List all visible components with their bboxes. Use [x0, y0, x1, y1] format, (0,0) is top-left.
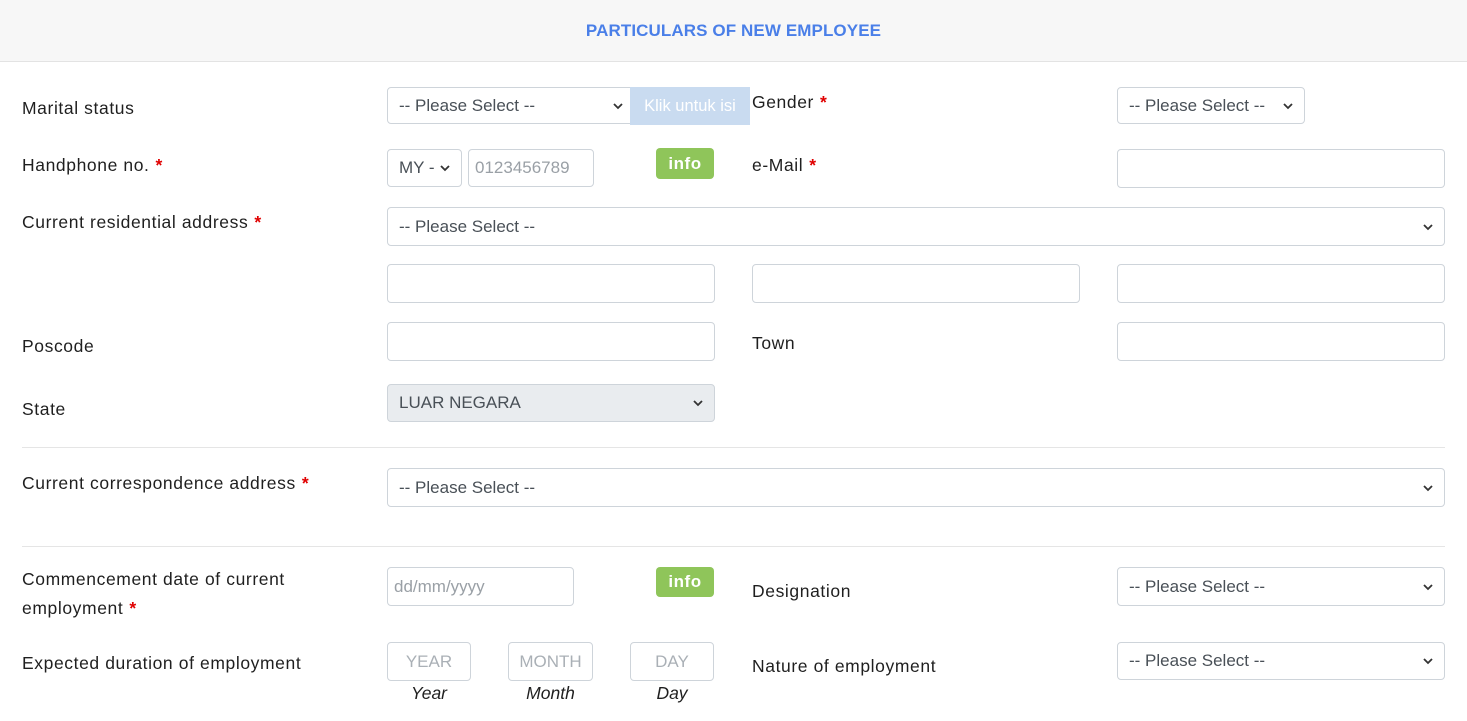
- residential-address-value: -- Please Select --: [399, 216, 536, 236]
- day-caption: Day: [656, 683, 688, 703]
- commencement-date-label: Commencement date of current employment *: [22, 569, 285, 618]
- handphone-info-button[interactable]: info: [656, 148, 714, 179]
- country-code-select[interactable]: MY -: [387, 149, 462, 187]
- address-line1-input[interactable]: [387, 264, 715, 303]
- correspondence-address-value: -- Please Select --: [399, 477, 536, 497]
- email-label: e-Mail *: [752, 155, 817, 175]
- designation-value: -- Please Select --: [1129, 576, 1266, 596]
- nature-of-employment-select[interactable]: -- Please Select --: [1117, 642, 1445, 680]
- duration-day-input[interactable]: DAY: [630, 642, 714, 681]
- address-line2-input[interactable]: [752, 264, 1080, 303]
- residential-address-label: Current residential address *: [22, 212, 262, 232]
- gender-label: Gender *: [752, 92, 828, 112]
- klik-untuk-isi-tooltip: Klik untuk isi: [630, 87, 750, 125]
- chevron-down-icon: [1423, 223, 1433, 230]
- gender-select[interactable]: -- Please Select --: [1117, 87, 1305, 124]
- handphone-input[interactable]: 0123456789: [468, 149, 594, 187]
- marital-status-select[interactable]: -- Please Select --: [387, 87, 635, 124]
- marital-status-label: Marital status: [22, 98, 135, 118]
- nature-of-employment-value: -- Please Select --: [1129, 651, 1266, 670]
- nature-of-employment-label: Nature of employment: [752, 656, 937, 676]
- chevron-down-icon: [1423, 658, 1433, 665]
- town-label: Town: [752, 333, 796, 353]
- town-input[interactable]: [1117, 322, 1445, 361]
- chevron-down-icon: [613, 102, 623, 109]
- correspondence-address-label: Current correspondence address *: [22, 473, 310, 493]
- designation-label: Designation: [752, 581, 852, 601]
- state-label: State: [22, 399, 66, 419]
- form-title: PARTICULARS OF NEW EMPLOYEE: [585, 20, 882, 40]
- state-select: LUAR NEGARA: [387, 384, 715, 422]
- poscode-input[interactable]: [387, 322, 715, 361]
- year-caption: Year: [411, 683, 447, 703]
- country-code-value: MY -: [399, 158, 435, 177]
- month-caption: Month: [526, 683, 575, 703]
- handphone-label: Handphone no. *: [22, 155, 163, 175]
- chevron-down-icon: [1423, 583, 1433, 590]
- section-divider: [22, 447, 1445, 448]
- correspondence-address-select[interactable]: -- Please Select --: [387, 468, 1445, 507]
- duration-month-input[interactable]: MONTH: [508, 642, 593, 681]
- residential-address-select[interactable]: -- Please Select --: [387, 207, 1445, 246]
- state-value: LUAR NEGARA: [399, 393, 521, 412]
- address-line3-input[interactable]: [1117, 264, 1445, 303]
- designation-select[interactable]: -- Please Select --: [1117, 567, 1445, 606]
- chevron-down-icon: [693, 400, 703, 407]
- section-divider: [22, 546, 1445, 547]
- chevron-down-icon: [440, 165, 450, 172]
- commencement-date-input[interactable]: dd/mm/yyyy: [387, 567, 574, 606]
- form-header: PARTICULARS OF NEW EMPLOYEE: [0, 0, 1467, 62]
- marital-status-value: -- Please Select --: [399, 95, 536, 115]
- email-field[interactable]: [1117, 149, 1445, 188]
- gender-value: -- Please Select --: [1129, 95, 1266, 115]
- chevron-down-icon: [1283, 102, 1293, 109]
- poscode-label: Poscode: [22, 336, 95, 356]
- commencement-info-button[interactable]: info: [656, 567, 714, 597]
- chevron-down-icon: [1423, 484, 1433, 491]
- commencement-date-placeholder: dd/mm/yyyy: [394, 576, 485, 596]
- handphone-placeholder: 0123456789: [475, 158, 570, 177]
- duration-year-input[interactable]: YEAR: [387, 642, 471, 681]
- duration-label: Expected duration of employment: [22, 653, 302, 673]
